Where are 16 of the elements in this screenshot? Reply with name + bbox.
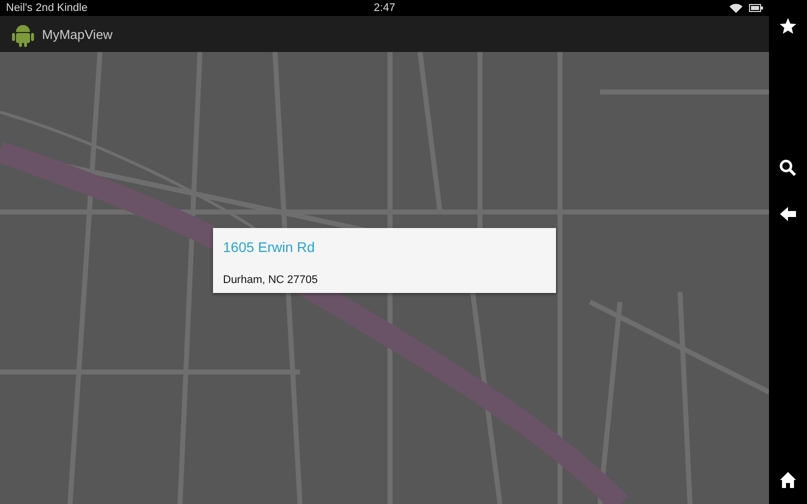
- back-arrow-icon: [779, 205, 797, 223]
- app-title: MyMapView: [42, 26, 113, 42]
- back-arrow-button[interactable]: [779, 205, 797, 223]
- location-address: Durham, NC 27705: [223, 274, 319, 286]
- home-icon: [779, 471, 797, 489]
- map-drawing[interactable]: [0, 52, 769, 504]
- battery-icon: [749, 4, 763, 12]
- star-button[interactable]: [779, 17, 797, 35]
- device-name: Neil's 2nd Kindle: [6, 2, 88, 14]
- location-title[interactable]: 1605 Erwin Rd: [223, 239, 546, 255]
- search-icon: [779, 159, 797, 177]
- home-button[interactable]: [779, 471, 797, 489]
- wifi-icon: [729, 2, 743, 14]
- star-icon: [779, 17, 797, 35]
- search-button[interactable]: [779, 159, 797, 177]
- clock-time: 2:47: [374, 2, 396, 14]
